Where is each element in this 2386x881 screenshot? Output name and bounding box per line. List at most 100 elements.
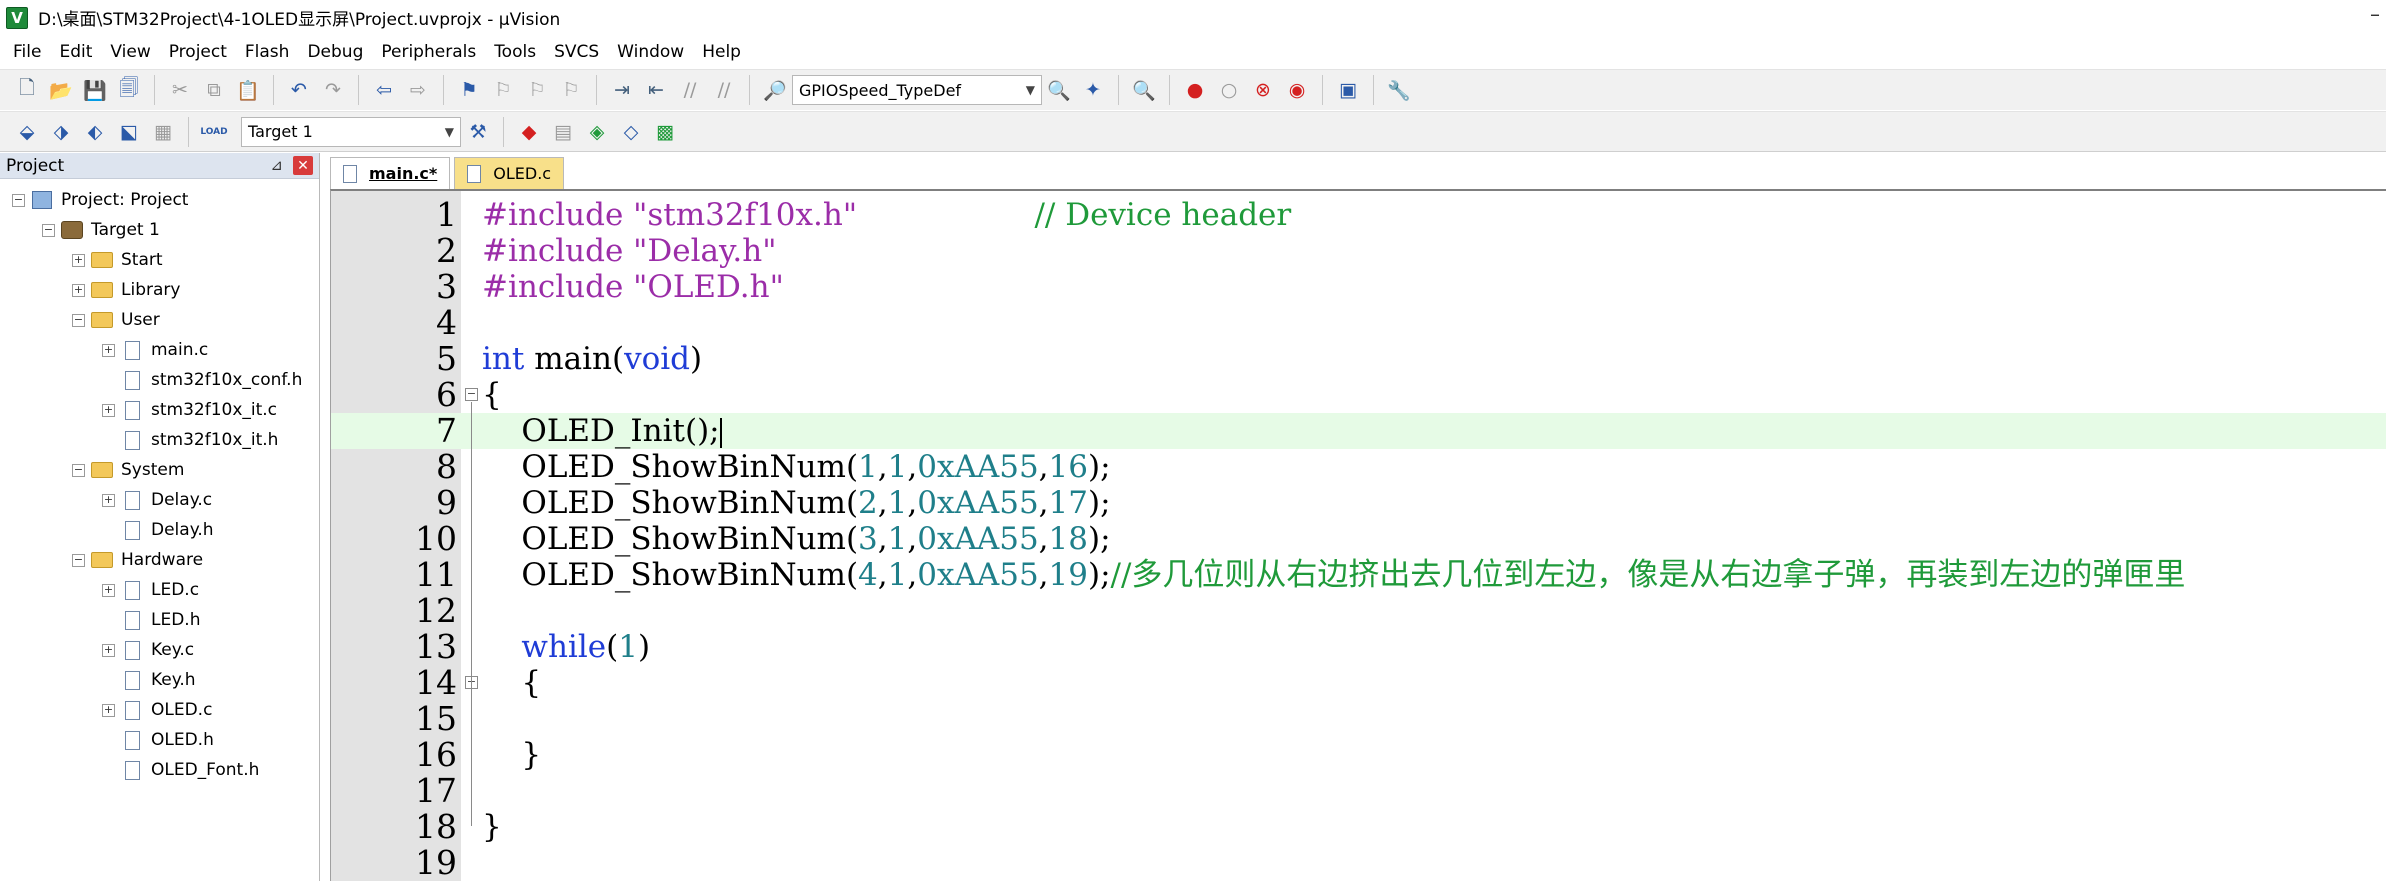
menu-svcs[interactable]: SVCS [545,42,608,62]
code-line[interactable]: 9 OLED_ShowBinNum(2,1,0xAA55,17); [331,485,2386,522]
target-combo[interactable]: Target 1 ▼ [241,116,461,147]
cut-icon[interactable]: ✂ [166,76,194,104]
collapse-icon[interactable]: − [72,553,85,567]
tree-item-oled-font-h[interactable]: OLED_Font.h [0,755,319,785]
find-combo[interactable]: GPIOSpeed_TypeDef ▼ [792,75,1042,105]
code-editor[interactable]: 1 #include "stm32f10x.h" // Device header… [330,189,2386,881]
menu-project[interactable]: Project [160,42,236,62]
expand-icon[interactable]: + [102,343,115,357]
menu-help[interactable]: Help [693,42,750,62]
prev-bookmark-icon[interactable]: ⚐ [489,76,517,104]
expand-icon[interactable]: + [72,253,85,267]
load-icon[interactable]: LOAD [200,118,228,146]
minimize-button[interactable]: – [2370,2,2380,26]
tree-item-main-c[interactable]: + main.c [0,335,319,365]
code-line[interactable]: 18} [331,809,2386,846]
code-line[interactable]: 17 [331,773,2386,809]
menu-view[interactable]: View [101,42,159,62]
indent-icon[interactable]: ⇥ [608,76,636,104]
select-packs-icon[interactable]: ▤ [549,118,577,146]
save-icon[interactable]: 💾 [81,76,109,104]
menu-flash[interactable]: Flash [236,42,299,62]
tree-item-library[interactable]: + Library [0,275,319,305]
save-all-icon[interactable]: 🗐 [115,76,143,104]
translate-icon[interactable]: ⬙ [13,118,41,146]
tree-item-key-h[interactable]: Key.h [0,665,319,695]
menu-file[interactable]: File [4,42,50,62]
code-line[interactable]: 7 OLED_Init(); [331,413,2386,449]
target-options-icon[interactable]: ⚒ [464,118,492,146]
code-line[interactable]: 12 [331,593,2386,629]
menu-tools[interactable]: Tools [485,42,545,62]
code-line[interactable]: 5 int main(void) [331,341,2386,378]
collapse-icon[interactable]: − [72,313,85,327]
kill-all-breakpoints-icon[interactable]: ◉ [1283,76,1311,104]
code-line[interactable]: 6−{ [331,377,2386,414]
expand-icon[interactable]: + [72,283,85,297]
open-file-icon[interactable]: 📂 [47,76,75,104]
code-line[interactable]: 14− { [331,665,2386,702]
new-file-icon[interactable]: 🗋 [13,76,41,104]
tree-item-stm32f10x-it-h[interactable]: stm32f10x_it.h [0,425,319,455]
redo-icon[interactable]: ↷ [319,76,347,104]
code-line[interactable]: 8 OLED_ShowBinNum(1,1,0xAA55,16); [331,449,2386,486]
menu-peripherals[interactable]: Peripherals [372,42,485,62]
find-icon[interactable]: 🔍 [1045,76,1073,104]
copy-icon[interactable]: ⧉ [200,76,228,104]
code-line[interactable]: 2 #include "Delay.h" [331,233,2386,270]
collapse-icon[interactable]: − [12,193,25,207]
tree-item-key-c[interactable]: + Key.c [0,635,319,665]
window-layout-icon[interactable]: ▣ [1334,76,1362,104]
unindent-icon[interactable]: ⇤ [642,76,670,104]
code-line[interactable]: 3 #include "OLED.h" [331,269,2386,306]
code-line[interactable]: 1 #include "stm32f10x.h" // Device header [331,197,2386,234]
pin-icon[interactable]: ⊿ [270,156,283,174]
disable-breakpoint-icon[interactable]: ○ [1215,76,1243,104]
tree-item-start[interactable]: + Start [0,245,319,275]
menu-window[interactable]: Window [608,42,693,62]
clear-bookmarks-icon[interactable]: ⚐ [557,76,585,104]
debug-session-icon[interactable]: 🔍 [1130,76,1158,104]
breakpoint-icon[interactable]: ● [1181,76,1209,104]
navigate-back-icon[interactable]: ⇦ [370,76,398,104]
tree-item-delay-c[interactable]: + Delay.c [0,485,319,515]
find-in-files-icon[interactable]: 🔎 [761,76,789,104]
tree-item-oled-h[interactable]: OLED.h [0,725,319,755]
code-line[interactable]: 15 [331,701,2386,737]
tree-item-user[interactable]: − User [0,305,319,335]
tab-oled-c[interactable]: OLED.c [454,157,565,189]
build-icon[interactable]: ⬗ [47,118,75,146]
tree-item-oled-c[interactable]: + OLED.c [0,695,319,725]
book-icon[interactable]: ▩ [651,118,679,146]
tree-item-target-1[interactable]: − Target 1 [0,215,319,245]
code-line[interactable]: 4 [331,305,2386,341]
tree-item-hardware[interactable]: − Hardware [0,545,319,575]
tree-item-project-project[interactable]: − Project: Project [0,185,319,215]
expand-icon[interactable]: + [102,643,115,657]
uncomment-icon[interactable]: // [710,76,738,104]
navigate-forward-icon[interactable]: ⇨ [404,76,432,104]
collapse-icon[interactable]: − [72,463,85,477]
menu-debug[interactable]: Debug [298,42,372,62]
tree-item-led-h[interactable]: LED.h [0,605,319,635]
code-line[interactable]: 10 OLED_ShowBinNum(3,1,0xAA55,18); [331,521,2386,558]
batch-build-icon[interactable]: ⬕ [115,118,143,146]
tree-item-delay-h[interactable]: Delay.h [0,515,319,545]
next-bookmark-icon[interactable]: ⚐ [523,76,551,104]
menu-edit[interactable]: Edit [50,42,101,62]
tree-item-led-c[interactable]: + LED.c [0,575,319,605]
bookmark-icon[interactable]: ⚑ [455,76,483,104]
expand-icon[interactable]: + [102,583,115,597]
expand-icon[interactable]: + [102,703,115,717]
fold-collapse-icon[interactable]: − [465,388,478,401]
code-line[interactable]: 11 OLED_ShowBinNum(4,1,0xAA55,19);//多几位则… [331,557,2386,594]
comment-icon[interactable]: // [676,76,704,104]
code-line[interactable]: 19 [331,845,2386,881]
tree-item-system[interactable]: − System [0,455,319,485]
rebuild-icon[interactable]: ⬖ [81,118,109,146]
incremental-find-icon[interactable]: ✦ [1079,76,1107,104]
disable-all-breakpoints-icon[interactable]: ⊗ [1249,76,1277,104]
tree-item-stm32f10x-it-c[interactable]: + stm32f10x_it.c [0,395,319,425]
manage-run-time-environment-icon[interactable]: ◈ [583,118,611,146]
manage-project-items-icon[interactable]: ◆ [515,118,543,146]
